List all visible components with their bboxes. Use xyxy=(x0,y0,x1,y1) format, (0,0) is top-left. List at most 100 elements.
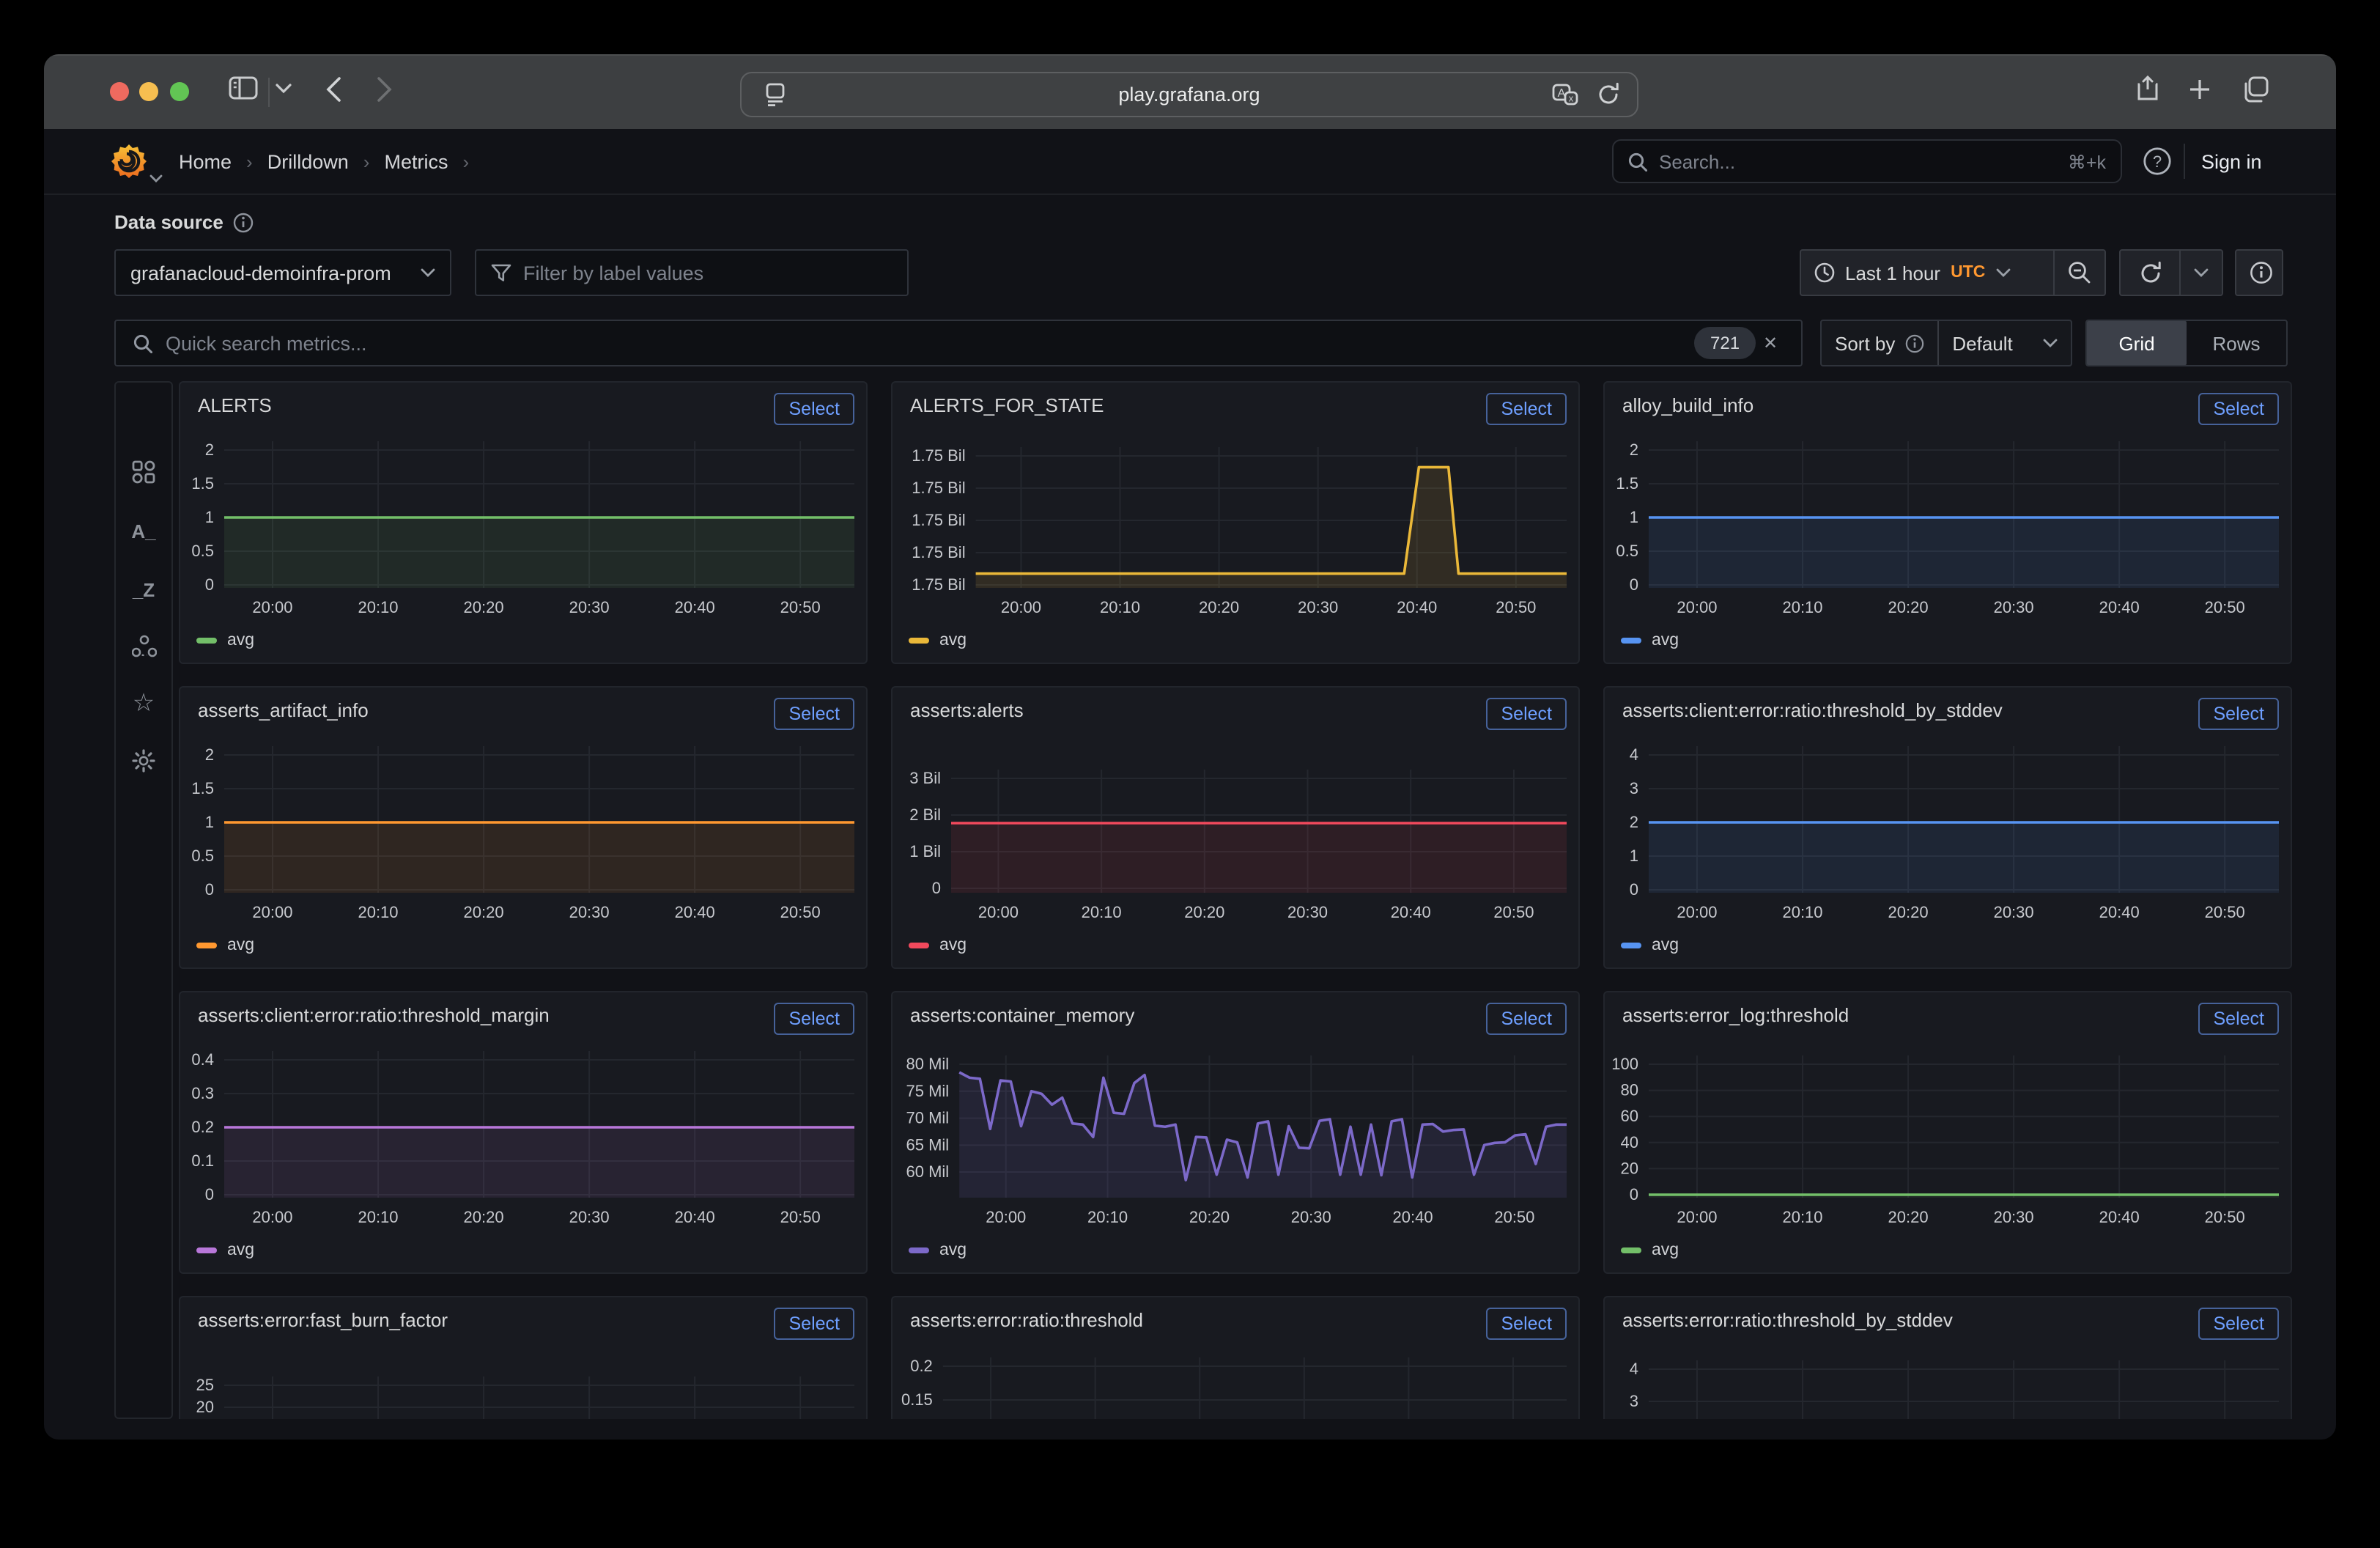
y-axis-label: 2 xyxy=(1630,441,1638,459)
clear-search-icon[interactable]: ✕ xyxy=(1763,327,1778,359)
panel-legend[interactable]: avg xyxy=(196,937,254,954)
y-axis-label: 0.15 xyxy=(901,1390,933,1409)
data-source-picker[interactable]: grafanacloud-demoinfra-prom xyxy=(114,249,451,296)
panel-legend[interactable]: avg xyxy=(1621,1242,1679,1259)
panel-title: asserts:error:fast_burn_factor xyxy=(198,1309,448,1331)
quick-search-input[interactable]: Quick search metrics... xyxy=(114,320,1803,366)
x-axis-label: 20:10 xyxy=(1100,598,1140,616)
legend-label: avg xyxy=(227,632,254,649)
help-icon[interactable]: ? xyxy=(2143,147,2172,176)
select-button[interactable]: Select xyxy=(775,698,855,730)
x-axis-label: 20:10 xyxy=(1782,1208,1822,1226)
breadcrumb-home[interactable]: Home xyxy=(179,150,232,172)
back-button[interactable] xyxy=(325,76,341,103)
share-icon[interactable] xyxy=(2137,75,2159,103)
panel-legend[interactable]: avg xyxy=(909,937,967,954)
forward-button[interactable] xyxy=(377,76,393,103)
panel-legend[interactable]: avg xyxy=(196,632,254,649)
x-axis-label: 20:50 xyxy=(1496,598,1536,616)
select-button[interactable]: Select xyxy=(1487,1003,1567,1035)
y-axis-label: 1.5 xyxy=(191,779,214,797)
breadcrumb-separator: › xyxy=(246,150,253,172)
tab-overview-icon[interactable] xyxy=(2242,76,2269,103)
address-bar[interactable]: play.grafana.org Ax xyxy=(740,72,1638,117)
select-button[interactable]: Select xyxy=(2199,1308,2280,1340)
timezone-label: UTC xyxy=(1951,264,1985,281)
select-button[interactable]: Select xyxy=(775,393,855,425)
x-axis-label: 20:10 xyxy=(358,1208,398,1226)
panel-title: asserts_artifact_info xyxy=(198,699,369,721)
select-button[interactable]: Select xyxy=(2199,393,2280,425)
time-range-button[interactable]: Last 1 hour UTC xyxy=(1801,251,2053,295)
y-axis-label: 0.5 xyxy=(1616,542,1638,560)
y-axis-label: 2 xyxy=(1630,813,1638,831)
sort-za-icon[interactable]: _Z xyxy=(116,579,171,601)
x-axis-label: 20:00 xyxy=(1677,1208,1717,1226)
group-icon[interactable] xyxy=(116,635,171,658)
info-icon[interactable] xyxy=(1905,333,1924,353)
select-button[interactable]: Select xyxy=(775,1003,855,1035)
chevron-down-icon[interactable] xyxy=(276,84,292,94)
y-axis-label: 1.5 xyxy=(191,474,214,493)
sign-in-button[interactable]: Sign in xyxy=(2201,129,2262,194)
translate-icon[interactable]: Ax xyxy=(1552,84,1578,106)
select-button[interactable]: Select xyxy=(2199,1003,2280,1035)
x-axis-label: 20:00 xyxy=(1001,598,1041,616)
info-icon[interactable] xyxy=(234,212,254,232)
new-tab-icon[interactable] xyxy=(2189,79,2210,100)
y-axis-label: 80 Mil xyxy=(906,1055,950,1073)
grafana-logo[interactable] xyxy=(111,144,147,179)
filter-placeholder: Filter by label values xyxy=(523,262,703,284)
breadcrumb: Home › Drilldown › Metrics › xyxy=(179,129,469,194)
panel-legend[interactable]: avg xyxy=(909,632,967,649)
apps-icon[interactable] xyxy=(116,460,171,484)
panel-legend[interactable]: avg xyxy=(1621,937,1679,954)
label-filter-input[interactable]: Filter by label values xyxy=(475,249,909,296)
select-button[interactable]: Select xyxy=(2199,698,2280,730)
gear-icon[interactable] xyxy=(116,749,171,773)
sort-by-dropdown[interactable]: Default xyxy=(1937,321,2071,365)
star-icon[interactable]: ☆ xyxy=(116,689,171,718)
y-axis-label: 25 xyxy=(196,1376,214,1394)
breadcrumb-metrics[interactable]: Metrics xyxy=(384,150,448,172)
x-axis-label: 20:40 xyxy=(2099,598,2140,616)
global-search-input[interactable]: Search... ⌘+k xyxy=(1612,139,2122,183)
info-button[interactable] xyxy=(2235,249,2283,296)
logo-chevron-icon[interactable] xyxy=(149,174,163,183)
legend-label: avg xyxy=(939,632,967,649)
select-button[interactable]: Select xyxy=(1487,1308,1567,1340)
sort-az-icon[interactable]: A_ xyxy=(116,520,171,542)
view-grid-button[interactable]: Grid xyxy=(2087,321,2187,365)
reader-icon[interactable] xyxy=(765,82,786,107)
minimize-button[interactable] xyxy=(139,82,158,101)
select-button[interactable]: Select xyxy=(1487,698,1567,730)
close-button[interactable] xyxy=(109,82,128,101)
zoom-out-button[interactable] xyxy=(2053,251,2104,295)
refresh-button[interactable] xyxy=(2121,251,2179,295)
result-count-badge: 721 xyxy=(1694,327,1756,359)
panel-title: asserts:client:error:ratio:threshold_mar… xyxy=(198,1004,550,1026)
reload-icon[interactable] xyxy=(1597,82,1619,106)
x-axis-label: 20:40 xyxy=(1397,598,1437,616)
series-fill xyxy=(224,1127,854,1198)
metric-panel: 20:0020:1020:2020:3020:4020:501008060402… xyxy=(1603,991,2292,1274)
maximize-button[interactable] xyxy=(169,82,188,101)
select-button[interactable]: Select xyxy=(775,1308,855,1340)
panel-legend[interactable]: avg xyxy=(196,1242,254,1259)
refresh-icon xyxy=(2139,261,2161,284)
refresh-interval-button[interactable] xyxy=(2179,251,2222,295)
y-axis-label: 60 Mil xyxy=(906,1162,950,1181)
x-axis-label: 20:10 xyxy=(358,598,398,616)
y-axis-label: 4 xyxy=(1630,745,1638,764)
select-button[interactable]: Select xyxy=(1487,393,1567,425)
y-axis-label: 1 xyxy=(1630,847,1638,865)
view-rows-button[interactable]: Rows xyxy=(2187,321,2286,365)
sidebar-toggle-icon[interactable] xyxy=(229,76,258,100)
panel-legend[interactable]: avg xyxy=(1621,632,1679,649)
legend-label: avg xyxy=(1652,632,1679,649)
series-fill xyxy=(224,517,854,588)
x-axis-label: 20:20 xyxy=(1888,598,1929,616)
panel-legend[interactable]: avg xyxy=(909,1242,967,1259)
x-axis-label: 20:40 xyxy=(1393,1208,1433,1226)
breadcrumb-drilldown[interactable]: Drilldown xyxy=(267,150,349,172)
